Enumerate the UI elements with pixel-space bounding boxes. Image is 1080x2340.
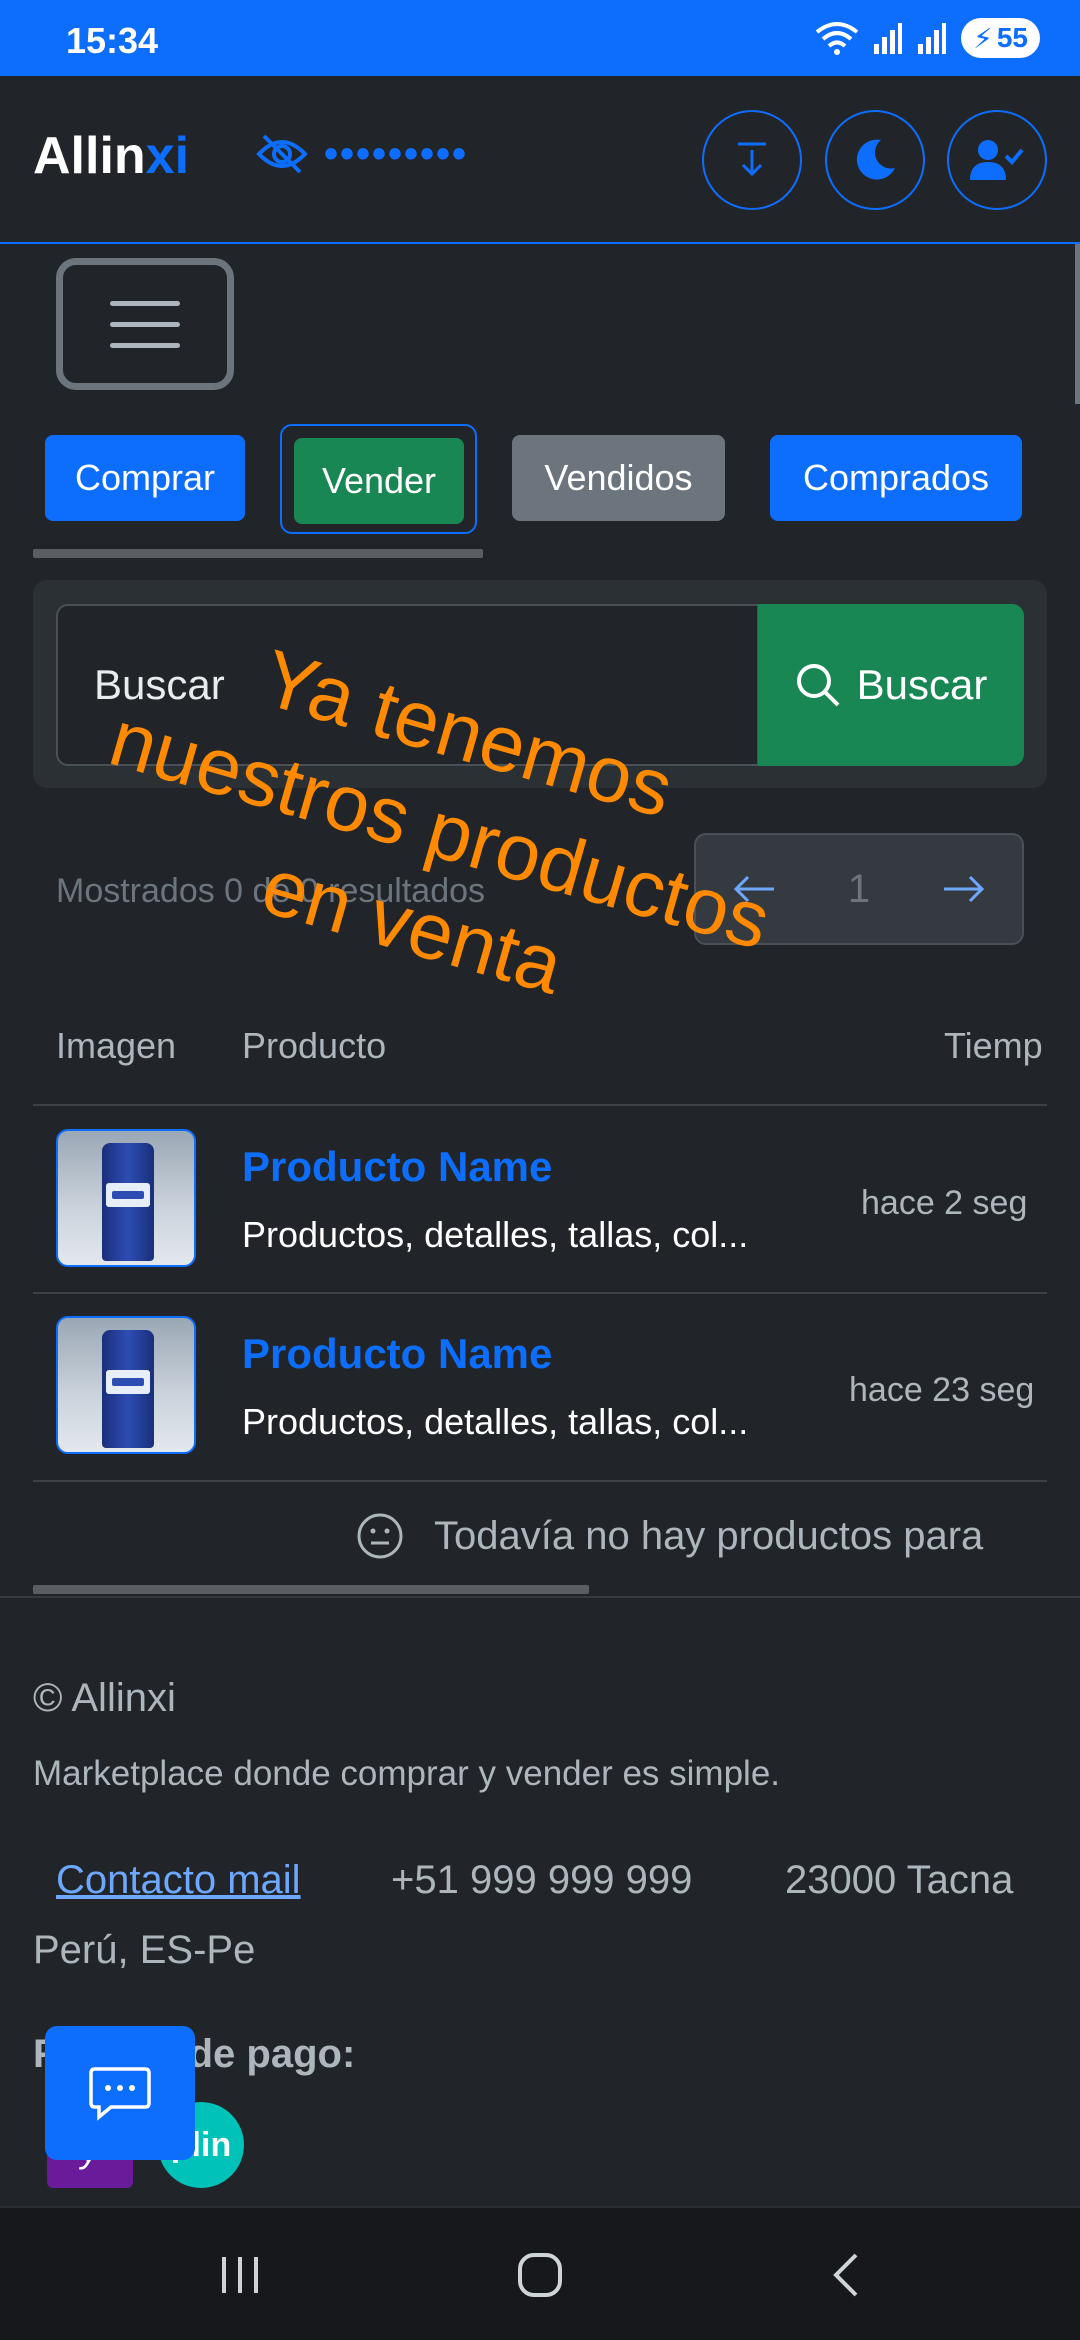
results-count: Mostrados 0 de 0 resultados bbox=[56, 872, 486, 910]
wifi-icon bbox=[815, 22, 859, 55]
column-header-product: Producto bbox=[242, 1025, 387, 1066]
battery-icon: ⚡ 55 bbox=[961, 18, 1040, 58]
column-header-image: Imagen bbox=[56, 1025, 177, 1066]
back-button[interactable] bbox=[806, 2208, 886, 2340]
product-thumbnail[interactable] bbox=[56, 1129, 196, 1267]
pagination: 1 bbox=[694, 833, 1024, 945]
product-time: hace 23 seg bbox=[849, 1371, 1035, 1409]
empty-message: Todavía no hay productos para bbox=[434, 1513, 984, 1558]
battery-level: 55 bbox=[996, 22, 1028, 53]
user-profile-button[interactable] bbox=[947, 110, 1047, 210]
home-button[interactable] bbox=[500, 2208, 580, 2340]
download-button[interactable] bbox=[702, 110, 802, 210]
brand-accent: xi bbox=[145, 127, 190, 185]
hidden-balance: ••••••••• bbox=[324, 132, 469, 176]
status-time: 15:34 bbox=[66, 20, 159, 61]
page-scrollbar[interactable] bbox=[1075, 244, 1080, 404]
product-description: Productos, detalles, tallas, col... bbox=[242, 1401, 749, 1442]
tab-comprar[interactable]: Comprar bbox=[45, 435, 245, 521]
status-bar: 15:34 ⚡ 55 bbox=[0, 0, 1080, 76]
download-icon bbox=[738, 142, 766, 177]
home-icon bbox=[518, 2253, 562, 2297]
chat-button[interactable] bbox=[45, 2026, 195, 2160]
footer-address-line2: Perú, ES-Pe bbox=[33, 1928, 256, 1972]
product-thumbnail[interactable] bbox=[56, 1316, 196, 1454]
user-check-icon bbox=[970, 140, 1024, 180]
balance-visibility-toggle[interactable]: ••••••••• bbox=[256, 132, 468, 176]
product-name-link[interactable]: Producto Name bbox=[242, 1330, 552, 1378]
theme-toggle-button[interactable] bbox=[825, 110, 925, 210]
table-scrollbar[interactable] bbox=[33, 1585, 589, 1594]
search-button-label: Buscar bbox=[856, 661, 988, 708]
brand-main: Allin bbox=[33, 127, 146, 185]
column-header-time: Tiemp bbox=[944, 1025, 1043, 1066]
footer-divider bbox=[0, 1596, 1080, 1598]
recent-apps-button[interactable] bbox=[200, 2208, 280, 2340]
eye-slash-icon bbox=[256, 134, 308, 174]
neutral-face-icon bbox=[357, 1513, 403, 1559]
footer-copyright: © Allinxi bbox=[33, 1676, 176, 1720]
signal-icon bbox=[874, 23, 903, 54]
search-icon bbox=[796, 664, 840, 707]
tabs-scrollbar[interactable] bbox=[33, 549, 483, 558]
table-divider bbox=[33, 1104, 1047, 1106]
product-description: Productos, detalles, tallas, col... bbox=[242, 1214, 749, 1255]
tab-comprados[interactable]: Comprados bbox=[770, 435, 1022, 521]
table-divider bbox=[33, 1292, 1047, 1294]
moon-icon bbox=[856, 139, 895, 180]
footer-phone: +51 999 999 999 bbox=[391, 1858, 693, 1902]
top-navbar: Allinxi ••••••••• bbox=[0, 76, 1080, 244]
product-time: hace 2 seg bbox=[861, 1184, 1028, 1222]
empty-message-row: Todavía no hay productos para bbox=[356, 1512, 983, 1560]
menu-toggle-button[interactable] bbox=[56, 258, 234, 390]
tab-vender[interactable]: Vender bbox=[294, 438, 464, 524]
system-navigation-bar bbox=[0, 2206, 1080, 2340]
table-divider bbox=[33, 1480, 1047, 1482]
arrow-right-icon[interactable] bbox=[942, 874, 986, 904]
brand-logo[interactable]: Allinxi bbox=[33, 126, 189, 186]
back-icon bbox=[833, 2253, 858, 2297]
footer-address-line1: 23000 Tacna bbox=[785, 1858, 1014, 1902]
product-name-link[interactable]: Producto Name bbox=[242, 1143, 552, 1191]
tab-vendidos[interactable]: Vendidos bbox=[512, 435, 725, 521]
chat-bubble-icon bbox=[89, 2067, 151, 2121]
recent-apps-icon bbox=[222, 2257, 258, 2293]
signal-icon bbox=[918, 23, 947, 54]
contact-mail-link[interactable]: Contacto mail bbox=[56, 1858, 301, 1903]
search-button[interactable]: Buscar bbox=[758, 604, 1024, 766]
search-input[interactable]: Buscar bbox=[56, 604, 759, 766]
footer-tagline: Marketplace donde comprar y vender es si… bbox=[33, 1754, 781, 1793]
page-number: 1 bbox=[847, 866, 871, 911]
arrow-left-icon[interactable] bbox=[732, 874, 776, 904]
